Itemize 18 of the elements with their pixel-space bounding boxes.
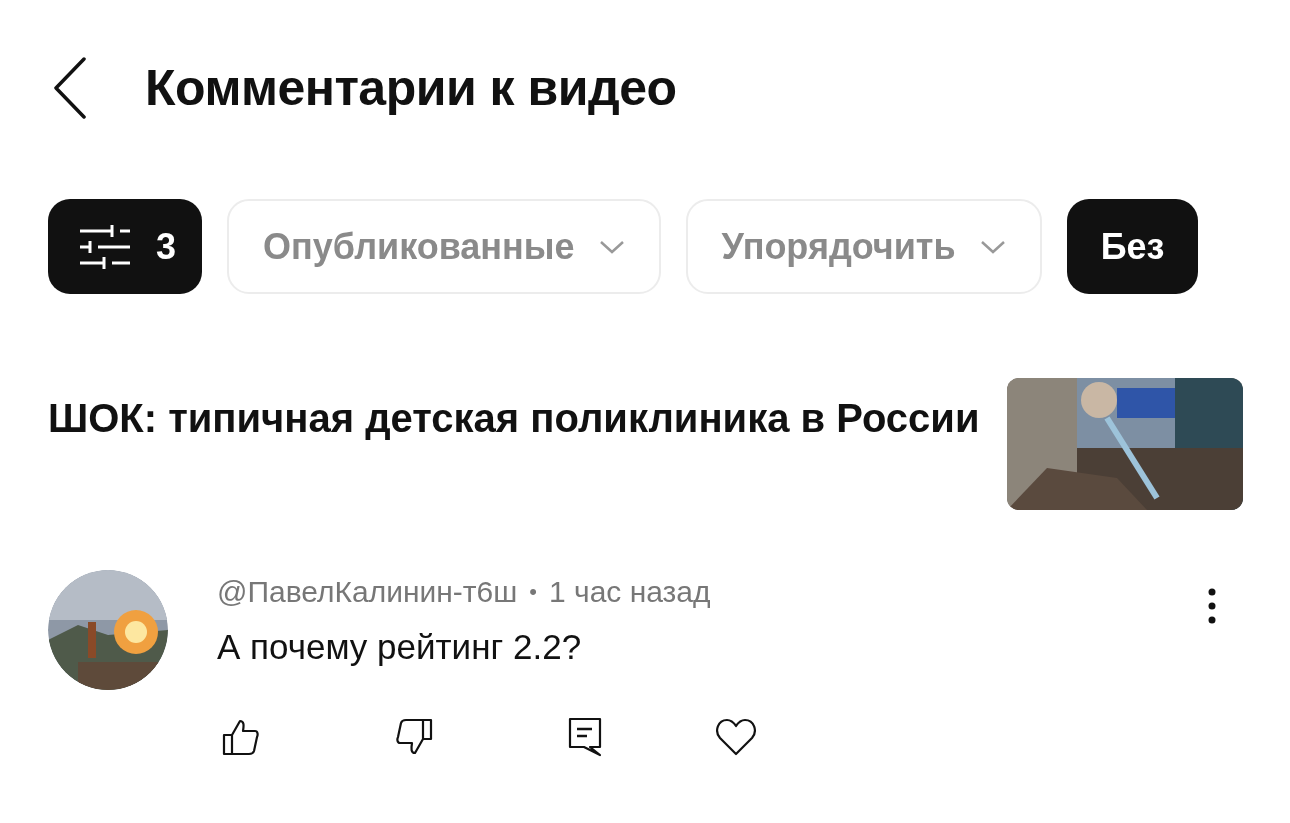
dropdown-button[interactable]: Упорядочить xyxy=(685,199,1042,294)
dislike-button[interactable] xyxy=(395,718,433,756)
separator-dot: • xyxy=(529,579,537,605)
page-title: Комментарии к видео xyxy=(145,59,677,117)
comment-text: А почему рейтинг 2.2? xyxy=(217,627,583,667)
chevron-down-icon xyxy=(598,238,625,255)
filter-chip[interactable]: Без xyxy=(1066,199,1199,294)
more-options-button[interactable] xyxy=(1206,588,1218,624)
chevron-down-icon xyxy=(979,238,1006,255)
dropdown-button[interactable]: Опубликованные xyxy=(227,199,661,294)
back-button[interactable] xyxy=(53,57,87,119)
video-title: ШОК: типичная детская поликлиника в России xyxy=(48,395,981,442)
filter-button[interactable]: 3 xyxy=(48,199,203,294)
reply-button[interactable] xyxy=(568,717,602,757)
heart-button[interactable] xyxy=(715,718,757,756)
comment-author[interactable]: @ПавелКалинин-т6ш xyxy=(217,575,518,609)
like-button[interactable] xyxy=(222,718,260,756)
comment-time: 1 час назад xyxy=(549,575,711,609)
